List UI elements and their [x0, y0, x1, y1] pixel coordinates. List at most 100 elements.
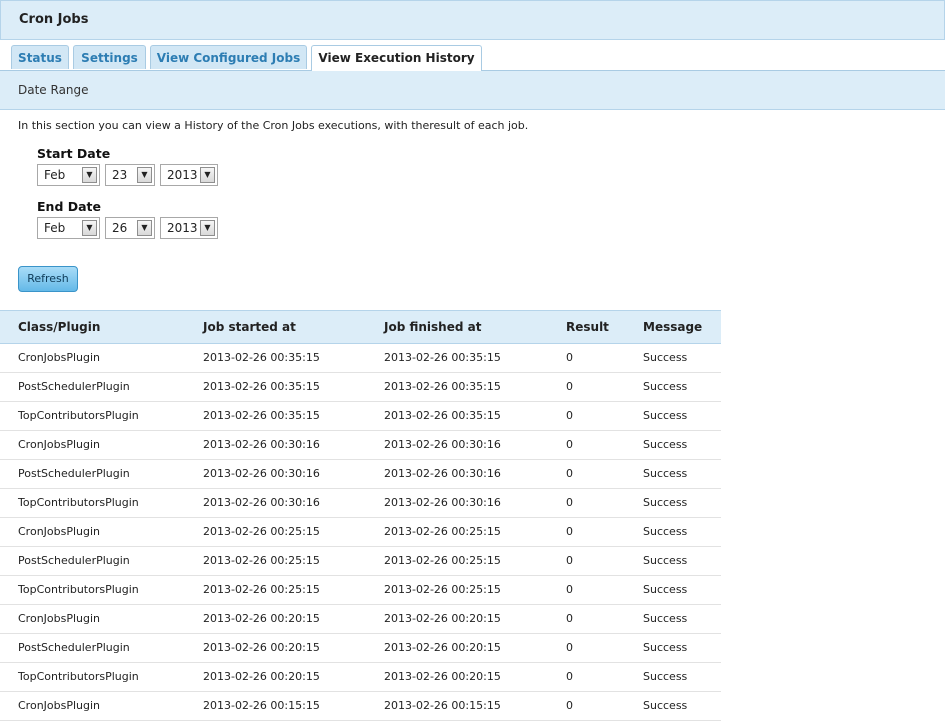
cell-result: 0 — [566, 438, 573, 451]
start-day-value: 23 — [112, 168, 128, 182]
section-header: Date Range — [0, 71, 945, 110]
cell-message: Success — [643, 409, 688, 422]
section-intro: In this section you can view a History o… — [18, 119, 529, 132]
cell-result: 0 — [566, 409, 573, 422]
cell-class: CronJobsPlugin — [18, 699, 101, 712]
cell-result: 0 — [566, 525, 573, 538]
table-row: PostSchedulerPlugin 2013-02-26 00:30:16 20… — [0, 460, 721, 489]
start-month-value: Feb — [44, 168, 66, 182]
column-header-job-started[interactable]: Job started at — [203, 320, 296, 334]
cell-started: 2013-02-26 00:25:15 — [203, 554, 320, 567]
chevron-down-icon: ▼ — [200, 220, 215, 236]
cell-started: 2013-02-26 00:25:15 — [203, 583, 320, 596]
table-row: CronJobsPlugin 2013-02-26 00:25:15 2013-02… — [0, 518, 721, 547]
section-title: Date Range — [18, 83, 89, 97]
column-header-job-finished[interactable]: Job finished at — [384, 320, 481, 334]
end-date-label: End Date — [37, 199, 102, 214]
cell-finished: 2013-02-26 00:35:15 — [384, 409, 501, 422]
cell-result: 0 — [566, 467, 573, 480]
table-row: TopContributorsPlugin 2013-02-26 00:20:15… — [0, 663, 721, 692]
execution-history-table: Class/Plugin Job started at Job finished… — [0, 310, 721, 721]
cell-class: TopContributorsPlugin — [18, 583, 139, 596]
refresh-button[interactable]: Refresh — [18, 266, 78, 292]
cell-result: 0 — [566, 641, 573, 654]
cell-started: 2013-02-26 00:25:15 — [203, 525, 320, 538]
cell-finished: 2013-02-26 00:20:15 — [384, 612, 501, 625]
end-day-value: 26 — [112, 221, 128, 235]
table-row: TopContributorsPlugin 2013-02-26 00:30:16… — [0, 489, 721, 518]
tab-bar: Status Settings View Configured Jobs Vie… — [0, 40, 945, 71]
tab-settings[interactable]: Settings — [73, 45, 146, 69]
start-date-label: Start Date — [37, 146, 111, 161]
cell-started: 2013-02-26 00:35:15 — [203, 351, 320, 364]
cell-result: 0 — [566, 351, 573, 364]
cell-class: PostSchedulerPlugin — [18, 554, 130, 567]
table-row: TopContributorsPlugin 2013-02-26 00:25:15… — [0, 576, 721, 605]
cell-result: 0 — [566, 670, 573, 683]
cell-class: PostSchedulerPlugin — [18, 380, 130, 393]
table-row: CronJobsPlugin 2013-02-26 00:30:16 2013-02… — [0, 431, 721, 460]
cell-result: 0 — [566, 380, 573, 393]
chevron-down-icon: ▼ — [82, 220, 97, 236]
start-month-select[interactable]: Feb ▼ — [37, 164, 100, 186]
column-header-message[interactable]: Message — [643, 320, 702, 334]
page-header: Cron Jobs — [0, 0, 945, 40]
start-year-select[interactable]: 2013 ▼ — [160, 164, 218, 186]
table-row: PostSchedulerPlugin 2013-02-26 00:20:15 20… — [0, 634, 721, 663]
table-row: CronJobsPlugin 2013-02-26 00:15:15 2013-02… — [0, 692, 721, 721]
cell-message: Success — [643, 583, 688, 596]
cell-started: 2013-02-26 00:30:16 — [203, 438, 320, 451]
cell-class: PostSchedulerPlugin — [18, 467, 130, 480]
cell-finished: 2013-02-26 00:25:15 — [384, 583, 501, 596]
end-month-value: Feb — [44, 221, 66, 235]
cell-class: TopContributorsPlugin — [18, 670, 139, 683]
end-month-select[interactable]: Feb ▼ — [37, 217, 100, 239]
cell-started: 2013-02-26 00:20:15 — [203, 612, 320, 625]
page-title: Cron Jobs — [19, 12, 89, 27]
cell-started: 2013-02-26 00:35:15 — [203, 409, 320, 422]
cell-message: Success — [643, 467, 688, 480]
end-year-select[interactable]: 2013 ▼ — [160, 217, 218, 239]
cell-started: 2013-02-26 00:15:15 — [203, 699, 320, 712]
end-day-select[interactable]: 26 ▼ — [105, 217, 155, 239]
cell-message: Success — [643, 438, 688, 451]
chevron-down-icon: ▼ — [82, 167, 97, 183]
chevron-down-icon: ▼ — [137, 220, 152, 236]
cell-class: CronJobsPlugin — [18, 525, 101, 538]
cell-finished: 2013-02-26 00:25:15 — [384, 525, 501, 538]
chevron-down-icon: ▼ — [200, 167, 215, 183]
cell-result: 0 — [566, 583, 573, 596]
cell-finished: 2013-02-26 00:35:15 — [384, 351, 501, 364]
table-row: PostSchedulerPlugin 2013-02-26 00:35:15 20… — [0, 373, 721, 402]
cell-class: PostSchedulerPlugin — [18, 641, 130, 654]
table-body: CronJobsPlugin 2013-02-26 00:35:15 2013-02… — [0, 344, 721, 721]
cell-started: 2013-02-26 00:30:16 — [203, 467, 320, 480]
tab-status[interactable]: Status — [11, 45, 69, 69]
cell-class: CronJobsPlugin — [18, 351, 101, 364]
column-header-result[interactable]: Result — [566, 320, 609, 334]
cell-finished: 2013-02-26 00:25:15 — [384, 554, 501, 567]
cell-class: CronJobsPlugin — [18, 438, 101, 451]
cell-result: 0 — [566, 699, 573, 712]
column-header-class-plugin[interactable]: Class/Plugin — [18, 320, 100, 334]
cell-message: Success — [643, 641, 688, 654]
cell-result: 0 — [566, 496, 573, 509]
table-row: TopContributorsPlugin 2013-02-26 00:35:15… — [0, 402, 721, 431]
cell-finished: 2013-02-26 00:30:16 — [384, 438, 501, 451]
cell-finished: 2013-02-26 00:20:15 — [384, 641, 501, 654]
cell-message: Success — [643, 612, 688, 625]
cell-finished: 2013-02-26 00:30:16 — [384, 467, 501, 480]
table-row: CronJobsPlugin 2013-02-26 00:35:15 2013-02… — [0, 344, 721, 373]
cell-finished: 2013-02-26 00:15:15 — [384, 699, 501, 712]
cell-result: 0 — [566, 612, 573, 625]
cell-started: 2013-02-26 00:20:15 — [203, 670, 320, 683]
end-year-value: 2013 — [167, 221, 198, 235]
start-day-select[interactable]: 23 ▼ — [105, 164, 155, 186]
tab-view-execution-history[interactable]: View Execution History — [311, 45, 482, 71]
cell-finished: 2013-02-26 00:20:15 — [384, 670, 501, 683]
table-row: PostSchedulerPlugin 2013-02-26 00:25:15 20… — [0, 547, 721, 576]
tab-view-configured-jobs[interactable]: View Configured Jobs — [150, 45, 307, 69]
cell-started: 2013-02-26 00:20:15 — [203, 641, 320, 654]
cell-started: 2013-02-26 00:30:16 — [203, 496, 320, 509]
cell-class: TopContributorsPlugin — [18, 409, 139, 422]
